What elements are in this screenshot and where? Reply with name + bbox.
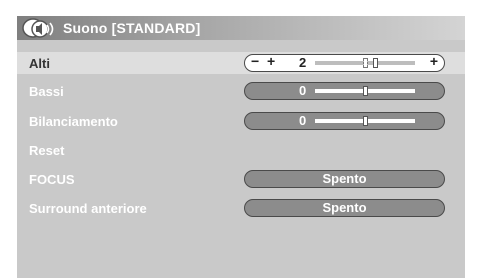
row-label-surround-anteriore: Surround anteriore — [29, 201, 147, 216]
bassi-track[interactable] — [315, 86, 415, 96]
row-label-alti: Alti — [29, 56, 50, 71]
alti-track[interactable] — [315, 58, 415, 68]
bilanciamento-level-marker[interactable] — [363, 116, 368, 126]
bilanciamento-track[interactable] — [315, 116, 415, 126]
page-title: Suono [STANDARD] — [63, 20, 201, 36]
bassi-level-marker[interactable] — [363, 86, 368, 96]
alti-slider[interactable]: − + 2 + — [244, 54, 445, 72]
bassi-slider[interactable]: 0 — [244, 82, 445, 100]
alti-center-marker — [363, 58, 368, 68]
focus-select[interactable]: Spento — [244, 170, 445, 188]
sound-menu-panel: Suono [STANDARD] Alti − + 2 + Bassi 0 Bi… — [17, 16, 465, 278]
row-label-bassi: Bassi — [29, 84, 64, 99]
title-bar: Suono [STANDARD] — [17, 16, 465, 40]
row-label-bilanciamento: Bilanciamento — [29, 114, 118, 129]
bilanciamento-value: 0 — [299, 113, 307, 128]
alti-level-marker[interactable] — [373, 58, 378, 68]
menu-row-alti[interactable]: Alti − + 2 + — [17, 52, 465, 74]
plus-icon[interactable]: + — [267, 54, 275, 69]
plus-icon[interactable]: + — [430, 54, 438, 69]
surround-anteriore-value: Spento — [322, 200, 367, 215]
alti-value: 2 — [299, 55, 307, 70]
reset-item[interactable]: Reset — [29, 143, 64, 158]
surround-anteriore-select[interactable]: Spento — [244, 199, 445, 217]
bassi-value: 0 — [299, 83, 307, 98]
focus-value: Spento — [322, 171, 367, 186]
minus-icon[interactable]: − — [251, 54, 259, 69]
sound-menu-icon — [22, 18, 54, 38]
bilanciamento-slider[interactable]: 0 — [244, 112, 445, 130]
row-label-focus: FOCUS — [29, 172, 75, 187]
